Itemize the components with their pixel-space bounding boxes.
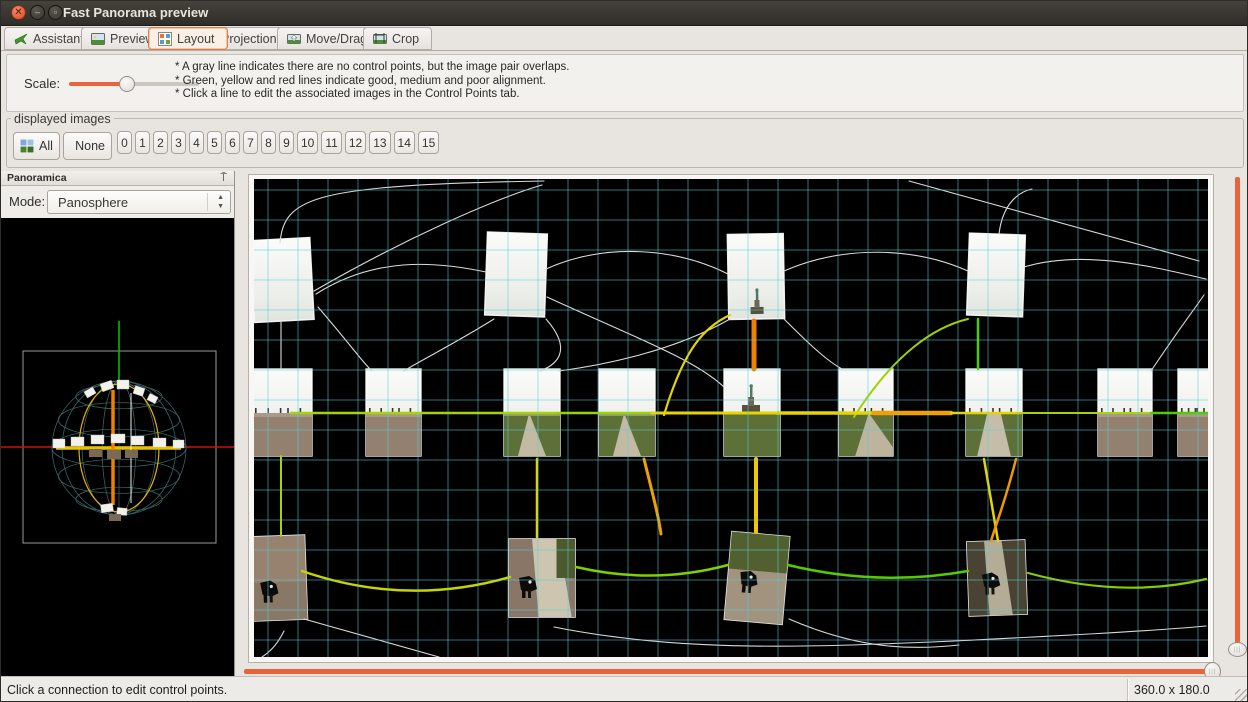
pin-icon[interactable]: ⍑ [220,172,227,185]
connection-line[interactable] [316,264,486,294]
image-button-0[interactable]: 0 [117,131,132,154]
maximize-icon[interactable]: ▫ [48,5,63,20]
tab-label: Move/Drag [306,32,367,46]
connection-line[interactable] [999,189,1032,234]
show-none-label: None [75,139,105,153]
vertical-scrollbar-track[interactable] [1235,177,1240,655]
mode-row: Mode: Panosphere ▲▼ [1,186,234,218]
status-hint: Click a connection to edit control point… [7,683,227,697]
layout-canvas[interactable] [254,179,1208,657]
connection-line[interactable] [262,631,284,657]
connection-line[interactable] [559,319,730,371]
layout-image-thumbnail[interactable] [967,233,1026,317]
connection-line[interactable] [991,459,1016,541]
combo-spinner-icon[interactable]: ▲▼ [217,193,224,211]
preview-icon [91,32,105,46]
status-separator [1127,679,1128,702]
scale-label: Scale: [24,76,60,91]
tab-crop[interactable]: Crop [363,27,432,50]
image-button-15[interactable]: 15 [418,131,439,154]
connection-line[interactable] [302,571,510,591]
tab-layout[interactable]: Layout [148,27,228,50]
layout-image-thumbnail[interactable] [509,539,575,617]
titlebar[interactable]: ✕ – ▫ Fast Panorama preview [1,1,1247,26]
image-number-buttons: 0123456789101112131415 [117,131,439,154]
panosphere-panel-title: Panoramica [7,172,67,184]
connection-line[interactable] [304,619,439,657]
combo-separator [207,193,208,211]
tab-bar: AssistantPreviewLayoutProjectionMove/Dra… [1,25,1247,51]
panosphere-preview-canvas[interactable] [1,218,234,676]
image-button-4[interactable]: 4 [189,131,204,154]
image-button-9[interactable]: 9 [279,131,294,154]
panosphere-panel-header[interactable]: Panoramica ⍑ [1,171,234,186]
layout-icon [158,32,172,46]
connection-line[interactable] [788,565,968,578]
all-images-icon [20,139,34,153]
app-window: ✕ – ▫ Fast Panorama preview AssistantPre… [0,0,1248,702]
connection-line[interactable] [318,307,372,371]
image-button-14[interactable]: 14 [394,131,415,154]
image-button-5[interactable]: 5 [207,131,222,154]
image-button-8[interactable]: 8 [261,131,276,154]
window-title: Fast Panorama preview [63,5,208,20]
connection-line[interactable] [540,319,561,371]
tab-label: Assistant [33,32,84,46]
movedrag-icon [287,32,301,46]
show-none-button[interactable]: None [63,132,112,160]
horizontal-scrollbar-track[interactable] [244,669,1216,674]
connection-line[interactable] [546,251,728,274]
connection-line[interactable] [784,319,842,369]
mode-label: Mode: [9,194,45,209]
mode-value: Panosphere [58,195,128,210]
connection-line[interactable] [789,619,959,647]
status-bar: Click a connection to edit control point… [1,676,1248,702]
image-button-2[interactable]: 2 [153,131,168,154]
image-button-3[interactable]: 3 [171,131,186,154]
legend-note-1: * Green, yellow and red lines indicate g… [175,75,569,89]
show-all-label: All [39,139,53,153]
tab-label: Crop [392,32,419,46]
image-button-12[interactable]: 12 [345,131,366,154]
connection-line[interactable] [576,565,728,576]
scale-slider-handle[interactable] [119,76,135,92]
layout-image-thumbnail[interactable] [727,234,784,320]
image-button-6[interactable]: 6 [225,131,240,154]
mode-combobox[interactable]: Panosphere ▲▼ [47,190,231,214]
legend-note-2: * Click a line to edit the associated im… [175,88,569,102]
image-button-13[interactable]: 13 [369,131,390,154]
displayed-images-legend: displayed images [11,112,114,126]
tab-label: Projection [221,32,277,46]
layout-graph[interactable] [254,179,1208,657]
image-button-7[interactable]: 7 [243,131,258,154]
pano-size-value: 360.0 x 180.0 [1134,683,1210,697]
layout-image-thumbnail[interactable] [254,535,307,621]
legend-notes: * A gray line indicates there are no con… [175,61,569,102]
image-button-10[interactable]: 10 [297,131,318,154]
panel-splitter[interactable] [234,171,235,676]
vertical-scrollbar-handle[interactable]: ||| [1228,642,1247,657]
crop-icon [373,32,387,46]
show-all-button[interactable]: All [13,132,60,160]
panosphere-3d-view[interactable] [1,218,234,676]
scale-info-panel: Scale: * A gray line indicates there are… [6,54,1244,112]
connection-line[interactable] [1024,259,1206,279]
assistant-icon [14,32,28,46]
connection-line[interactable] [784,252,968,271]
tab-label: Layout [177,32,215,46]
connection-line[interactable] [909,181,1199,261]
connection-line[interactable] [1151,295,1204,371]
image-button-1[interactable]: 1 [135,131,150,154]
minimize-icon[interactable]: – [30,5,45,20]
vertical-scrollbar[interactable]: ||| [1228,175,1247,661]
resize-grip-icon[interactable] [1235,689,1247,701]
close-icon[interactable]: ✕ [11,5,26,20]
legend-note-0: * A gray line indicates there are no con… [175,61,569,75]
image-button-11[interactable]: 11 [321,131,341,154]
